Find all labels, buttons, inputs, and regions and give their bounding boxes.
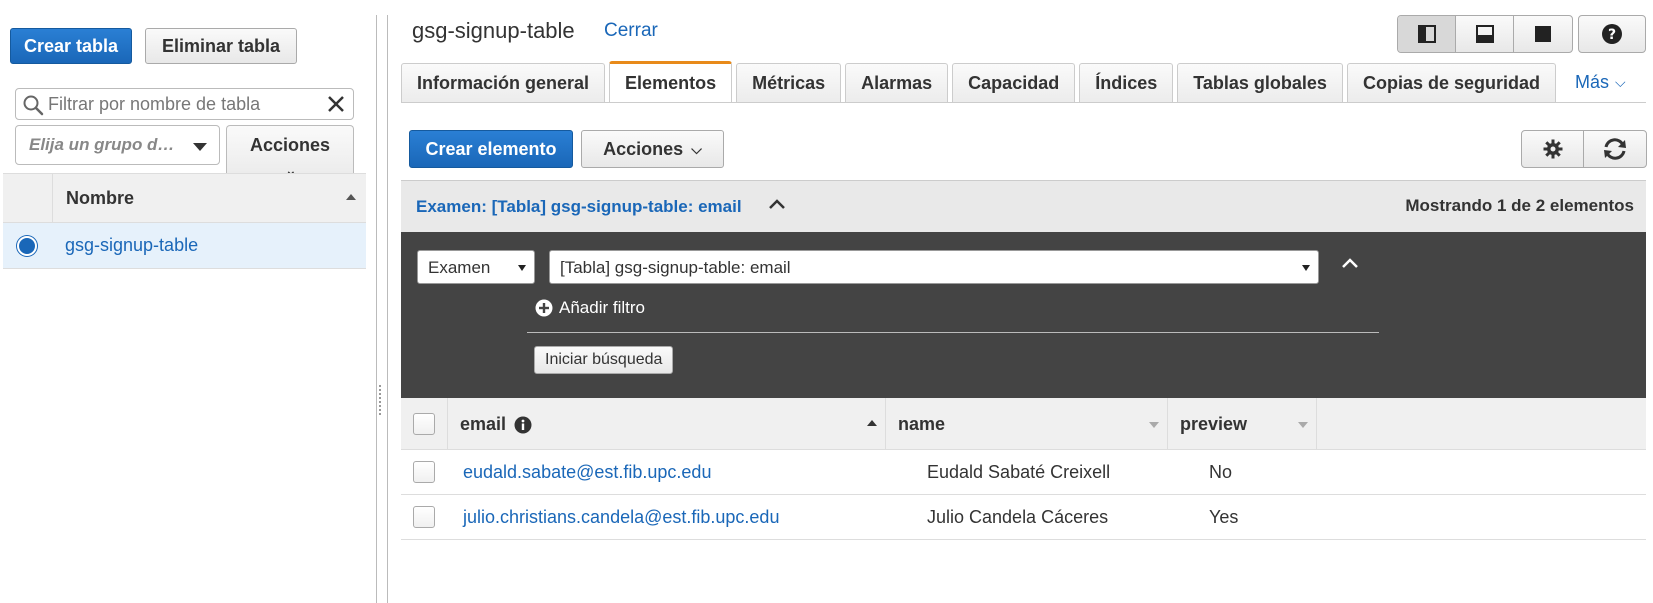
table-filter-input[interactable] [48, 92, 318, 116]
svg-text:?: ? [1608, 27, 1616, 43]
layout-split-vertical-button[interactable] [1398, 16, 1456, 52]
table-tabs: Información general Elementos Métricas A… [401, 61, 1645, 103]
layout-full-button[interactable] [1514, 16, 1572, 52]
chevron-down-icon: ⌵ [691, 140, 702, 157]
caret-down-icon [518, 265, 526, 271]
grid-tools-group [1521, 130, 1647, 168]
add-filter-label: Añadir filtro [559, 298, 645, 317]
caret-down-icon [1302, 265, 1310, 271]
tab-alarms[interactable]: Alarmas [845, 63, 949, 102]
select-all-cell [401, 398, 448, 450]
add-filter-link[interactable]: Añadir filtro [535, 298, 645, 318]
start-search-button[interactable]: Iniciar búsqueda [534, 346, 674, 374]
table-group-select[interactable]: Elija un grupo d… [15, 125, 220, 165]
collapse-panel-icon[interactable] [1340, 256, 1360, 270]
gear-icon [1543, 139, 1562, 159]
row-checkbox[interactable] [413, 506, 435, 528]
view-layout-group [1397, 15, 1573, 53]
table-select-radio[interactable] [17, 236, 37, 256]
item-email-link[interactable]: julio.christians.candela@est.fib.upc.edu [463, 507, 779, 528]
more-tab-label: Más [1575, 72, 1610, 92]
help-icon: ? [1602, 24, 1622, 44]
info-icon[interactable] [514, 416, 532, 434]
item-preview: No [1209, 462, 1233, 482]
tab-capacity[interactable]: Capacidad [952, 63, 1076, 102]
table-name-link[interactable]: gsg-signup-table [65, 235, 198, 256]
tables-sidebar: Crear tabla Eliminar tabla Elija un grup… [0, 0, 366, 603]
name-column-header[interactable]: name [886, 398, 1168, 450]
search-icon [23, 95, 44, 116]
table-row[interactable]: eudald.sabate@est.fib.upc.edu Eudald Sab… [401, 450, 1646, 495]
tab-metrics[interactable]: Métricas [736, 63, 842, 102]
table-filter-box [15, 88, 354, 120]
splitter-grip-icon[interactable] [379, 385, 383, 415]
table-row[interactable]: julio.christians.candela@est.fib.upc.edu… [401, 495, 1646, 540]
delete-table-button[interactable]: Eliminar tabla [145, 28, 297, 64]
name-column-label: name [898, 414, 946, 434]
item-count: Mostrando 1 de 2 elementos [1405, 196, 1634, 215]
clear-filter-icon[interactable] [325, 93, 347, 115]
chevron-down-icon: ⌵ [1615, 74, 1626, 90]
page-title: gsg-signup-table [412, 18, 575, 43]
split-vertical-icon [1417, 25, 1436, 43]
scan-summary-bar[interactable]: Examen: [Tabla] gsg-signup-table: email … [401, 180, 1646, 232]
panel-divider [527, 332, 1379, 333]
row-checkbox[interactable] [413, 461, 435, 483]
email-column-label: email [460, 414, 507, 434]
refresh-icon [1604, 138, 1626, 160]
scan-query-panel: Examen [Tabla] gsg-signup-table: email A… [401, 232, 1646, 398]
sort-toggle-icon[interactable] [1149, 422, 1159, 428]
preview-column-label: preview [1180, 414, 1248, 434]
panel-splitter[interactable] [376, 15, 388, 603]
help-button[interactable]: ? [1578, 15, 1646, 53]
plus-circle-icon [535, 299, 553, 317]
sort-ascending-icon[interactable] [346, 194, 356, 200]
item-email-link[interactable]: eudald.sabate@est.fib.upc.edu [463, 462, 711, 483]
tab-more[interactable]: Más ⌵ [1560, 63, 1641, 102]
scan-title[interactable]: Examen: [Tabla] gsg-signup-table: email [416, 197, 742, 217]
item-name: Eudald Sabaté Creixell [927, 462, 1111, 482]
tab-overview[interactable]: Información general [401, 63, 606, 102]
grid-header: email name preview [401, 398, 1646, 450]
chevron-up-icon[interactable] [767, 197, 787, 211]
chevron-down-icon: ⌄ [285, 162, 297, 173]
tab-indexes[interactable]: Índices [1079, 63, 1174, 102]
scan-target-select[interactable]: [Tabla] gsg-signup-table: email [549, 250, 1319, 284]
create-item-button[interactable]: Crear elemento [409, 130, 573, 168]
tab-backups[interactable]: Copias de seguridad [1346, 63, 1556, 102]
close-link[interactable]: Cerrar [604, 20, 658, 42]
item-actions-button[interactable]: Acciones ⌵ [581, 130, 724, 168]
caret-down-icon [193, 143, 207, 151]
split-horizontal-icon [1475, 25, 1494, 43]
item-preview: Yes [1209, 507, 1239, 527]
table-list-item[interactable]: gsg-signup-table [3, 223, 366, 269]
tabs-divider [401, 102, 1646, 103]
full-panel-icon [1535, 26, 1551, 42]
create-table-button[interactable]: Crear tabla [10, 28, 132, 64]
scan-target-value: [Tabla] gsg-signup-table: email [560, 258, 791, 277]
item-name: Julio Candela Cáceres [927, 507, 1109, 527]
select-all-checkbox[interactable] [413, 413, 435, 435]
tab-items[interactable]: Elementos [609, 61, 733, 102]
settings-button[interactable] [1522, 131, 1584, 167]
tables-list-header: Nombre [3, 173, 366, 223]
select-column-header [3, 174, 53, 222]
layout-split-horizontal-button[interactable] [1456, 16, 1514, 52]
sort-toggle-icon[interactable] [1298, 422, 1308, 428]
sidebar-actions-button[interactable]: Acciones ⌄ [226, 125, 354, 173]
preview-column-header[interactable]: preview [1168, 398, 1317, 450]
group-select-placeholder: Elija un grupo d… [29, 135, 175, 154]
name-column-header[interactable]: Nombre [66, 188, 134, 209]
tab-global-tables[interactable]: Tablas globales [1177, 63, 1343, 102]
sidebar-actions-label: Acciones [249, 135, 331, 155]
email-column-header[interactable]: email [448, 398, 886, 450]
item-actions-label: Acciones [603, 138, 684, 159]
scan-mode-select[interactable]: Examen [417, 250, 535, 284]
refresh-button[interactable] [1584, 131, 1646, 167]
sort-ascending-icon[interactable] [867, 420, 877, 426]
scan-mode-value: Examen [428, 258, 491, 277]
